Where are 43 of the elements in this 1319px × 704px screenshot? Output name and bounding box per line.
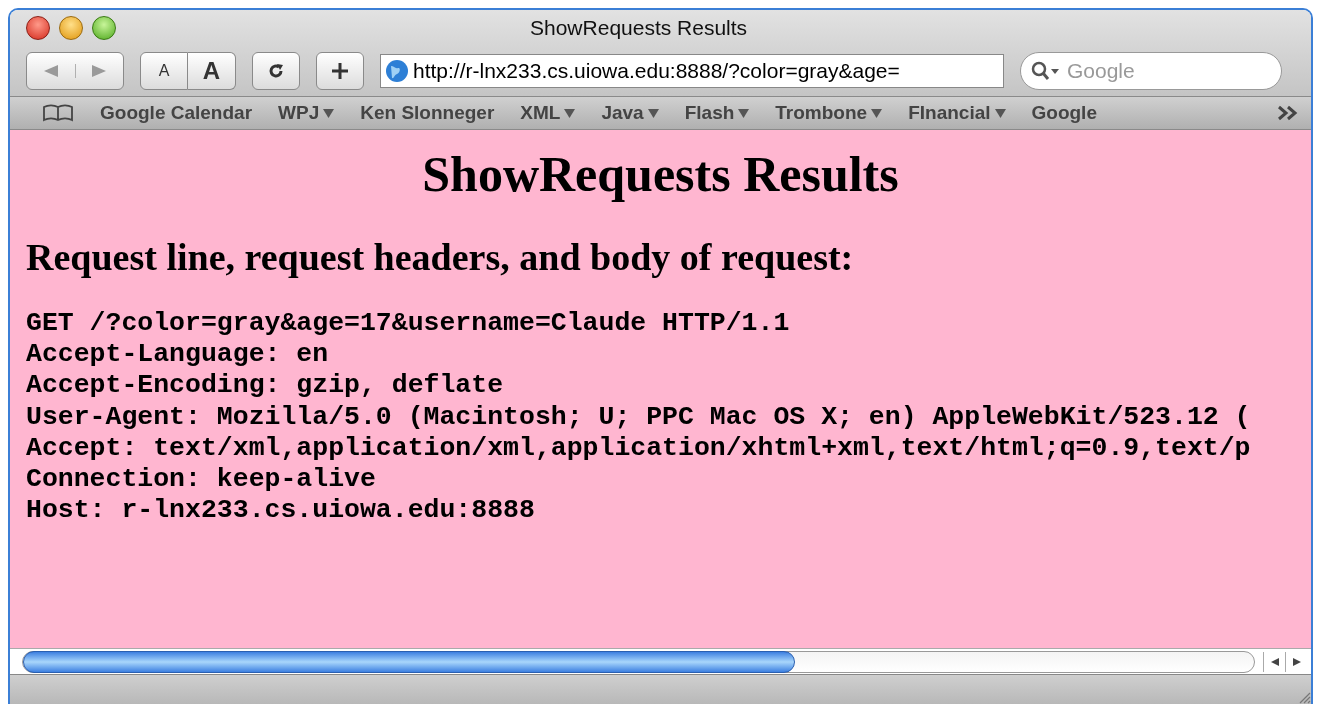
page-heading: ShowRequests Results xyxy=(421,145,900,204)
window-title: ShowRequests Results xyxy=(530,15,748,42)
bookmark-link[interactable]: Ken Slonneger xyxy=(360,98,495,128)
request-line: GET /?color=gray&age=17&username=Claude HTTP/1.1 xyxy=(26,308,790,340)
request-line: Accept-Encoding: gzip, deflate xyxy=(26,370,504,402)
dropdown-icon xyxy=(647,108,659,118)
request-line: Host: r-lnx233.cs.uiowa.edu:8888 xyxy=(26,495,535,527)
text-smaller-button[interactable]: A xyxy=(140,52,188,90)
zoom-icon[interactable] xyxy=(92,16,116,40)
search-icon xyxy=(1031,61,1061,81)
bookmark-link[interactable]: Google xyxy=(1031,98,1097,128)
dropdown-icon xyxy=(871,108,883,118)
chevron-icon[interactable] xyxy=(1277,105,1299,121)
bookmark-menu[interactable]: Trombone xyxy=(775,98,883,128)
book-icon[interactable] xyxy=(42,104,74,122)
right-arrow-icon xyxy=(1292,657,1301,666)
minimize-icon[interactable] xyxy=(59,16,83,40)
back-forward-button[interactable] xyxy=(26,52,124,90)
request-line: Connection: keep-alive xyxy=(26,464,376,496)
bookmark-menu[interactable]: XML xyxy=(520,98,576,128)
bookmark-menu[interactable]: Java xyxy=(601,98,659,128)
bookmark-menu[interactable]: WPJ xyxy=(278,98,335,128)
dropdown-icon xyxy=(738,108,750,118)
dropdown-icon xyxy=(564,108,576,118)
request-line: Accept-Language: en xyxy=(26,339,329,371)
close-icon[interactable] xyxy=(26,16,50,40)
left-arrow-icon xyxy=(1270,657,1279,666)
reload-button[interactable] xyxy=(252,52,300,90)
bookmark-menu[interactable]: FInancial xyxy=(908,98,1006,128)
request-line: User-Agent: Mozilla/5.0 (Macintosh; U; PPC Mac OS X; en) AppleWebKit/523.12 ( xyxy=(26,401,1251,433)
add-bookmark-button[interactable] xyxy=(316,52,364,90)
scrollbar-thumb[interactable] xyxy=(23,650,795,673)
plus-icon xyxy=(330,61,350,81)
page-subheading: Request line, request headers, and body of request: xyxy=(26,235,855,280)
search-field[interactable]: Google xyxy=(1020,52,1282,90)
address-field[interactable]: http://r-lnx233.cs.uiowa.edu:8888/?color=gray&age= xyxy=(380,54,1004,88)
bookmark-link[interactable]: Google Calendar xyxy=(100,98,253,128)
dropdown-icon xyxy=(323,108,335,118)
text-larger-button[interactable]: A xyxy=(188,52,236,90)
reload-icon xyxy=(267,62,285,80)
bookmark-menu[interactable]: Flash xyxy=(684,98,750,128)
dropdown-icon xyxy=(994,108,1006,118)
request-line: Accept: text/xml,application/xml,application/xhtml+xml,text/html;q=0.9,text/p xyxy=(26,432,1251,464)
